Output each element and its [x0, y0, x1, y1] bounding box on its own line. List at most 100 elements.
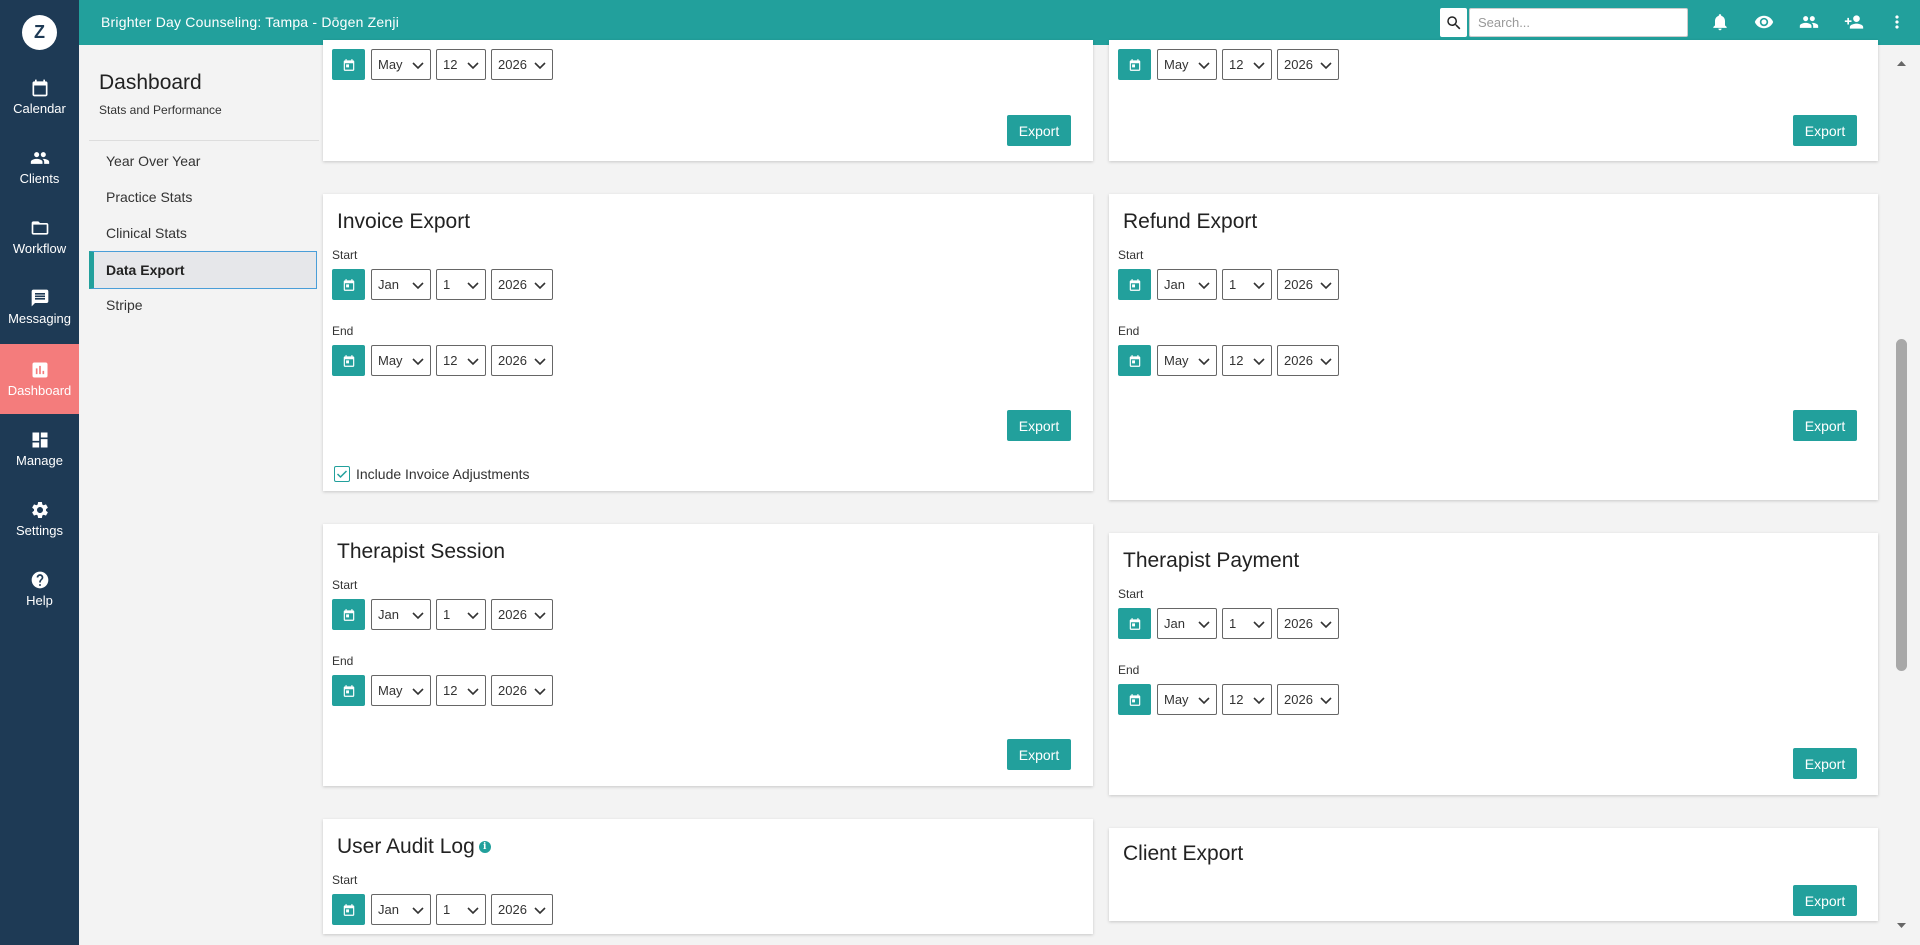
search-button[interactable] [1440, 8, 1467, 37]
day-select[interactable]: 1 [1222, 269, 1272, 300]
year-select[interactable]: 2026 [491, 269, 553, 300]
chevron-down-icon [412, 62, 424, 70]
chevron-down-icon [412, 612, 424, 620]
export-button[interactable]: Export [1007, 410, 1071, 441]
subnav-item-stripe[interactable]: Stripe [89, 287, 317, 323]
notifications-button[interactable] [1709, 11, 1731, 33]
scroll-up-arrow-icon[interactable] [1896, 58, 1907, 68]
year-select[interactable]: 2026 [1277, 345, 1339, 376]
info-icon[interactable]: i [478, 841, 491, 854]
more-button[interactable] [1886, 11, 1908, 33]
month-select[interactable]: May [1157, 345, 1217, 376]
export-button[interactable]: Export [1793, 410, 1857, 441]
chevron-down-icon [534, 358, 546, 366]
rail-item-clients[interactable]: Clients [0, 132, 79, 202]
app-logo[interactable]: Z [22, 15, 57, 50]
year-select[interactable]: 2026 [491, 599, 553, 630]
rail-item-messaging[interactable]: Messaging [0, 272, 79, 342]
day-select[interactable]: 12 [1222, 345, 1272, 376]
chevron-down-icon [1253, 621, 1265, 629]
subnav-item-practice-stats[interactable]: Practice Stats [89, 179, 317, 215]
calendar-icon [1129, 354, 1140, 367]
chevron-down-icon [467, 907, 479, 915]
search-input[interactable] [1469, 8, 1688, 37]
rail-item-manage[interactable]: Manage [0, 414, 79, 484]
eye-icon [1754, 15, 1774, 29]
month-value: May [378, 353, 403, 368]
month-select[interactable]: Jan [371, 894, 431, 925]
chevron-down-icon [412, 688, 424, 696]
card-title: Client Export [1123, 842, 1244, 865]
year-select[interactable]: 2026 [1277, 49, 1339, 80]
month-select[interactable]: May [1157, 49, 1217, 80]
month-select[interactable]: Jan [1157, 608, 1217, 639]
view-button[interactable] [1753, 11, 1775, 33]
export-button[interactable]: Export [1793, 748, 1857, 779]
include-adjustments-checkbox[interactable] [334, 466, 350, 482]
year-select[interactable]: 2026 [1277, 608, 1339, 639]
year-select[interactable]: 2026 [1277, 684, 1339, 715]
month-select[interactable]: May [371, 345, 431, 376]
calendar-button[interactable] [332, 599, 365, 630]
year-select[interactable]: 2026 [491, 675, 553, 706]
chevron-down-icon [1253, 358, 1265, 366]
rail-item-workflow[interactable]: Workflow [0, 202, 79, 272]
month-select[interactable]: May [1157, 684, 1217, 715]
day-select[interactable]: 1 [1222, 608, 1272, 639]
month-select[interactable]: Jan [371, 599, 431, 630]
scroll-down-arrow-icon[interactable] [1896, 921, 1907, 931]
day-select[interactable]: 1 [436, 269, 486, 300]
chevron-down-icon [1320, 358, 1332, 366]
users-button[interactable] [1798, 11, 1820, 33]
calendar-button[interactable] [1118, 684, 1151, 715]
calendar-icon [1129, 58, 1140, 71]
chevron-down-icon [1198, 621, 1210, 629]
calendar-button[interactable] [332, 345, 365, 376]
calendar-button[interactable] [1118, 269, 1151, 300]
export-button[interactable]: Export [1007, 115, 1071, 146]
chevron-down-icon [1320, 62, 1332, 70]
day-select[interactable]: 1 [436, 894, 486, 925]
subnav-item-year-over-year[interactable]: Year Over Year [89, 143, 317, 179]
subnav-item-data-export[interactable]: Data Export [89, 251, 317, 289]
rail-item-help[interactable]: Help [0, 554, 79, 624]
calendar-button[interactable] [1118, 608, 1151, 639]
month-select[interactable]: Jan [371, 269, 431, 300]
day-select[interactable]: 12 [436, 675, 486, 706]
day-select[interactable]: 1 [436, 599, 486, 630]
export-button[interactable]: Export [1793, 885, 1857, 916]
year-select[interactable]: 2026 [491, 49, 553, 80]
subnav-item-clinical-stats[interactable]: Clinical Stats [89, 215, 317, 251]
calendar-button[interactable] [332, 894, 365, 925]
export-button[interactable]: Export [1007, 739, 1071, 770]
day-select[interactable]: 12 [436, 345, 486, 376]
calendar-button[interactable] [1118, 49, 1151, 80]
day-select[interactable]: 12 [1222, 49, 1272, 80]
calendar-icon [343, 684, 354, 697]
rail-item-settings[interactable]: Settings [0, 484, 79, 554]
calendar-button[interactable] [332, 49, 365, 80]
rail-item-calendar[interactable]: Calendar [0, 62, 79, 132]
calendar-button[interactable] [332, 269, 365, 300]
month-select[interactable]: May [371, 675, 431, 706]
year-select[interactable]: 2026 [491, 894, 553, 925]
day-select[interactable]: 12 [436, 49, 486, 80]
year-select[interactable]: 2026 [1277, 269, 1339, 300]
day-value: 1 [443, 607, 451, 622]
month-select[interactable]: May [371, 49, 431, 80]
calendar-button[interactable] [1118, 345, 1151, 376]
year-select[interactable]: 2026 [491, 345, 553, 376]
calendar-icon [343, 58, 354, 71]
rail-item-dashboard[interactable]: Dashboard [0, 344, 79, 414]
gear-icon [31, 502, 48, 518]
help-icon [31, 571, 48, 589]
export-button[interactable]: Export [1793, 115, 1857, 146]
therapist-payment-card: Therapist Payment Start Jan 1 2026 End M… [1109, 533, 1878, 795]
month-select[interactable]: Jan [1157, 269, 1217, 300]
day-value: 1 [443, 277, 451, 292]
add-client-button[interactable] [1843, 11, 1865, 33]
scrollbar-thumb[interactable] [1896, 339, 1907, 671]
day-select[interactable]: 12 [1222, 684, 1272, 715]
calendar-button[interactable] [332, 675, 365, 706]
chevron-down-icon [467, 62, 479, 70]
